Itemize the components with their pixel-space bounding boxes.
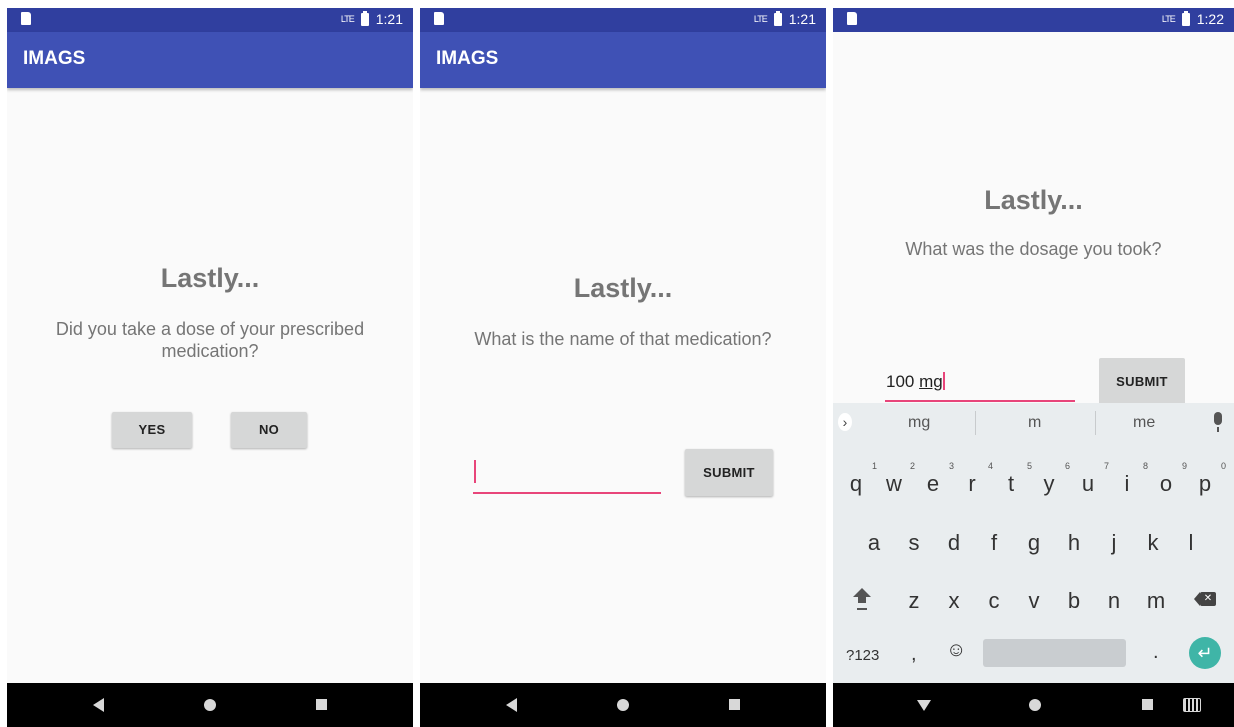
question-text: Did you take a dose of your prescribed m… (55, 319, 365, 361)
key-v[interactable]: v (1019, 588, 1049, 614)
keyboard-switch-icon[interactable] (1183, 698, 1201, 712)
screen-medication-name: LTE 1:21 IMAGS Lastly... What is the nam… (420, 8, 826, 727)
key-u[interactable]: u7 (1073, 461, 1109, 497)
period-key[interactable]: . (1153, 641, 1159, 664)
home-icon[interactable] (617, 699, 629, 711)
key-a[interactable]: a (859, 530, 889, 556)
text-cursor (942, 372, 945, 390)
app-title: IMAGS (436, 48, 499, 69)
key-c[interactable]: c (979, 588, 1009, 614)
heading: Lastly... (160, 263, 260, 293)
key-l[interactable]: l (1176, 530, 1206, 556)
key-k[interactable]: k (1138, 530, 1168, 556)
key-x[interactable]: x (939, 588, 969, 614)
screen-dosage: LTE 1:22 Lastly... What was the dosage y… (833, 8, 1234, 727)
suggestion-2[interactable]: m (1028, 414, 1041, 432)
soft-keyboard: › mg m me q1 w2 e3 r4 t5 y6 u7 i8 o9 p0 … (833, 403, 1234, 683)
key-f[interactable]: f (979, 530, 1009, 556)
clock: 1:21 (788, 11, 816, 27)
app-title: IMAGS (23, 48, 86, 69)
key-q[interactable]: q1 (841, 461, 877, 497)
suggestion-3[interactable]: me (1133, 414, 1155, 432)
shift-icon[interactable] (853, 588, 871, 597)
recents-icon[interactable] (316, 699, 327, 710)
status-bar: LTE 1:21 (7, 8, 413, 32)
nav-bar (7, 683, 413, 727)
submit-button[interactable]: SUBMIT (1099, 358, 1185, 406)
space-key[interactable] (983, 639, 1126, 667)
composing-text: mg (919, 372, 943, 391)
key-m[interactable]: m (1141, 588, 1171, 614)
key-d[interactable]: d (939, 530, 969, 556)
signal-icon: LTE (340, 14, 355, 24)
signal-icon: LTE (753, 14, 768, 24)
status-bar: LTE 1:21 (420, 8, 826, 32)
symbols-key[interactable]: ?123 (846, 647, 879, 664)
signal-icon: LTE (1161, 14, 1176, 24)
question-text: What is the name of that medication? (474, 329, 772, 349)
suggestion-divider (975, 411, 976, 435)
key-w[interactable]: w2 (879, 461, 915, 497)
shift-icon-underline (857, 608, 867, 610)
key-z[interactable]: z (899, 588, 929, 614)
yes-button[interactable]: YES (112, 412, 192, 448)
medication-name-input[interactable] (473, 458, 661, 494)
battery-icon (360, 10, 369, 26)
comma-key[interactable]: , (911, 643, 917, 666)
key-p[interactable]: p0 (1190, 461, 1226, 497)
key-o[interactable]: o9 (1151, 461, 1187, 497)
home-icon[interactable] (204, 699, 216, 711)
question-text: What was the dosage you took? (905, 239, 1162, 259)
key-n[interactable]: n (1099, 588, 1129, 614)
battery-icon (1181, 10, 1190, 26)
key-b[interactable]: b (1059, 588, 1089, 614)
submit-button[interactable]: SUBMIT (685, 449, 773, 496)
battery-icon (773, 10, 782, 26)
nav-bar (420, 683, 826, 727)
key-i[interactable]: i8 (1112, 461, 1148, 497)
recents-icon[interactable] (729, 699, 740, 710)
shift-icon-stem (858, 597, 866, 603)
back-icon[interactable] (506, 698, 517, 712)
suggestion-divider (1095, 411, 1096, 435)
emoji-icon[interactable]: ☺ (946, 639, 966, 662)
suggestion-strip: › mg m me (833, 403, 1234, 443)
heading: Lastly... (984, 185, 1083, 215)
key-r[interactable]: r4 (957, 461, 993, 497)
key-y[interactable]: y6 (1034, 461, 1071, 497)
key-e[interactable]: e3 (918, 461, 954, 497)
suggestion-1[interactable]: mg (908, 414, 930, 432)
text-cursor (474, 460, 476, 483)
enter-icon[interactable]: ↵ (1189, 637, 1221, 669)
key-j[interactable]: j (1099, 530, 1129, 556)
heading: Lastly... (573, 273, 673, 303)
key-t[interactable]: t5 (996, 461, 1032, 497)
key-s[interactable]: s (899, 530, 929, 556)
mic-icon[interactable] (1214, 412, 1222, 432)
nav-bar (833, 683, 1234, 727)
dosage-input[interactable]: 100 mg (885, 370, 1075, 402)
sd-card-icon (847, 12, 857, 25)
sd-card-icon (434, 12, 444, 25)
backspace-icon[interactable]: ✕ (1194, 592, 1216, 606)
expand-icon[interactable]: › (838, 413, 852, 431)
recents-icon[interactable] (1142, 699, 1153, 710)
key-g[interactable]: g (1019, 530, 1049, 556)
sd-card-icon (21, 12, 31, 25)
home-icon[interactable] (1029, 699, 1041, 711)
app-bar: IMAGS (7, 32, 413, 88)
hide-keyboard-icon[interactable] (917, 700, 931, 711)
app-bar: IMAGS (420, 32, 826, 88)
clock: 1:21 (375, 11, 403, 27)
status-bar: LTE 1:22 (833, 8, 1234, 32)
key-h[interactable]: h (1059, 530, 1089, 556)
screen-dose-question: LTE 1:21 IMAGS Lastly... Did you take a … (7, 8, 413, 727)
no-button[interactable]: NO (231, 412, 307, 448)
clock: 1:22 (1196, 11, 1224, 27)
back-icon[interactable] (93, 698, 104, 712)
